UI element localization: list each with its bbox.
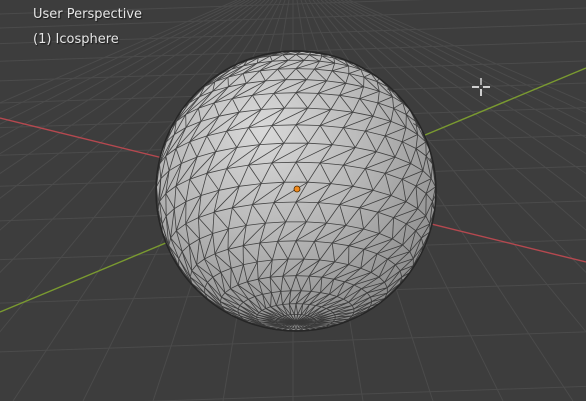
active-object-label: (1) Icosphere xyxy=(33,32,119,47)
3d-viewport[interactable]: User Perspective (1) Icosphere xyxy=(0,0,586,401)
viewport-canvas[interactable] xyxy=(0,0,586,401)
origin-point[interactable] xyxy=(293,185,301,193)
crosshair-cursor-icon xyxy=(472,78,490,96)
view-name-label: User Perspective xyxy=(33,7,143,22)
